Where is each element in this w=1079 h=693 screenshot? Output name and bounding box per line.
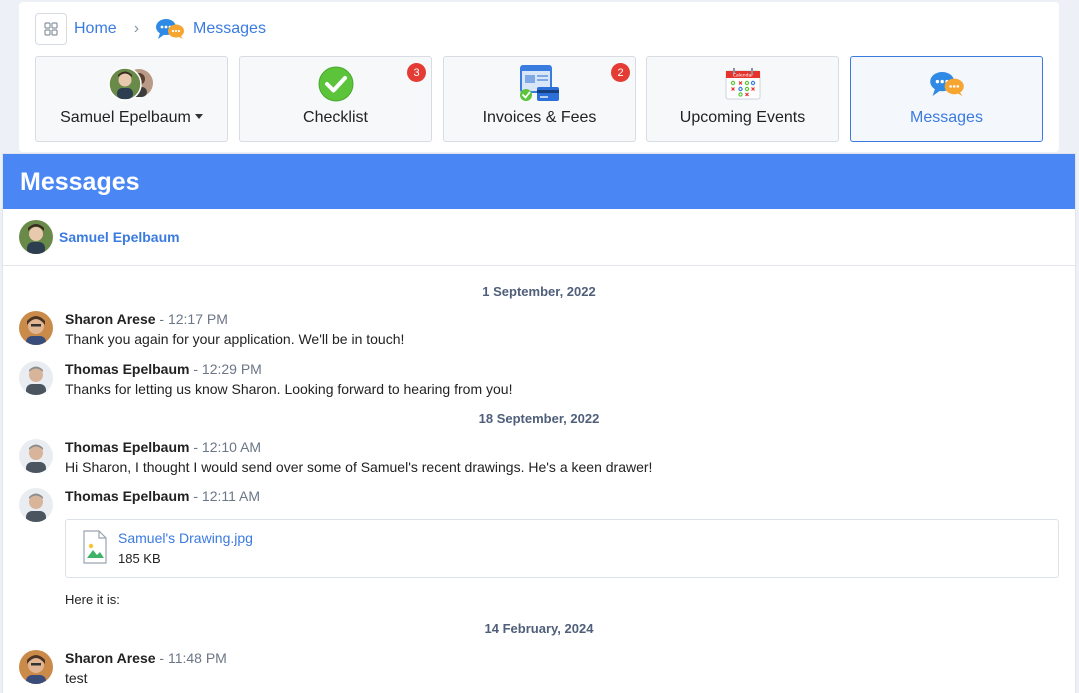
chevron-right-icon: › xyxy=(133,20,140,37)
date-separator: 14 February, 2024 xyxy=(484,621,594,636)
message-time: - 12:17 PM xyxy=(159,311,228,327)
checkmark-icon xyxy=(240,66,431,102)
tile-label-student: Samuel Epelbaum xyxy=(60,109,191,126)
tile-label-messages: Messages xyxy=(910,109,983,126)
calendar-icon: Calendar xyxy=(647,67,838,101)
message-author: Thomas Epelbaum xyxy=(65,439,190,455)
message-time: - 12:11 AM xyxy=(193,488,261,504)
student-avatar xyxy=(19,220,53,254)
message-time: - 12:29 PM xyxy=(193,361,262,377)
tile-label-checklist: Checklist xyxy=(303,109,368,126)
message-text: Here it is: xyxy=(65,592,120,607)
student-avatars-icon xyxy=(36,67,227,101)
sender-avatar xyxy=(19,650,53,684)
message-time: - 12:10 AM xyxy=(193,439,262,455)
sender-avatar xyxy=(19,488,53,522)
message-text: test xyxy=(65,670,88,686)
message-author: Thomas Epelbaum xyxy=(65,361,190,377)
invoice-icon xyxy=(444,65,635,101)
message-text: Thank you again for your application. We… xyxy=(65,331,405,347)
tile-student-selector[interactable]: Samuel Epelbaum xyxy=(35,56,228,142)
top-navigation: Home › Messages Samuel Epelbaum 3 Checkl… xyxy=(19,2,1059,152)
messages-panel: Messages Samuel Epelbaum 1 September, 20… xyxy=(2,153,1076,693)
panel-title: Messages xyxy=(3,154,1075,209)
chat-bubbles-icon xyxy=(155,18,185,40)
conversation-student: Samuel Epelbaum xyxy=(3,209,1075,266)
tile-messages[interactable]: Messages xyxy=(850,56,1043,142)
message-text: Hi Sharon, I thought I would send over s… xyxy=(65,459,653,475)
message-text: Thanks for letting us know Sharon. Looki… xyxy=(65,381,513,397)
caret-down-icon xyxy=(194,114,203,120)
grid-icon xyxy=(44,22,58,36)
image-file-icon xyxy=(82,530,108,569)
date-separator: 18 September, 2022 xyxy=(478,411,600,426)
message-author: Sharon Arese xyxy=(65,650,156,666)
chat-bubbles-icon xyxy=(851,67,1042,101)
student-name-link[interactable]: Samuel Epelbaum xyxy=(59,229,180,245)
tile-checklist[interactable]: 3 Checklist xyxy=(239,56,432,142)
breadcrumb: Home › Messages xyxy=(35,12,266,46)
apps-grid-button[interactable] xyxy=(35,13,67,45)
message-author: Sharon Arese xyxy=(65,311,156,327)
attachment-size: 185 KB xyxy=(118,551,161,566)
sender-avatar xyxy=(19,439,53,473)
date-separator: 1 September, 2022 xyxy=(482,284,596,299)
tile-invoices-fees[interactable]: 2 Invoices & Fees xyxy=(443,56,636,142)
message-author: Thomas Epelbaum xyxy=(65,488,190,504)
tile-label-events: Upcoming Events xyxy=(679,109,806,126)
message-time: - 11:48 PM xyxy=(159,650,227,666)
tile-label-invoices: Invoices & Fees xyxy=(482,109,597,126)
breadcrumb-home-link[interactable]: Home xyxy=(74,20,117,38)
sender-avatar xyxy=(19,311,53,345)
attachment-name-link[interactable]: Samuel's Drawing.jpg xyxy=(118,530,253,546)
tile-upcoming-events[interactable]: Calendar Upcoming Events xyxy=(646,56,839,142)
sender-avatar xyxy=(19,361,53,395)
calendar-caption: Calendar xyxy=(732,73,752,79)
breadcrumb-current: Messages xyxy=(193,20,266,37)
attachment-card[interactable]: Samuel's Drawing.jpg 185 KB xyxy=(65,519,1059,578)
